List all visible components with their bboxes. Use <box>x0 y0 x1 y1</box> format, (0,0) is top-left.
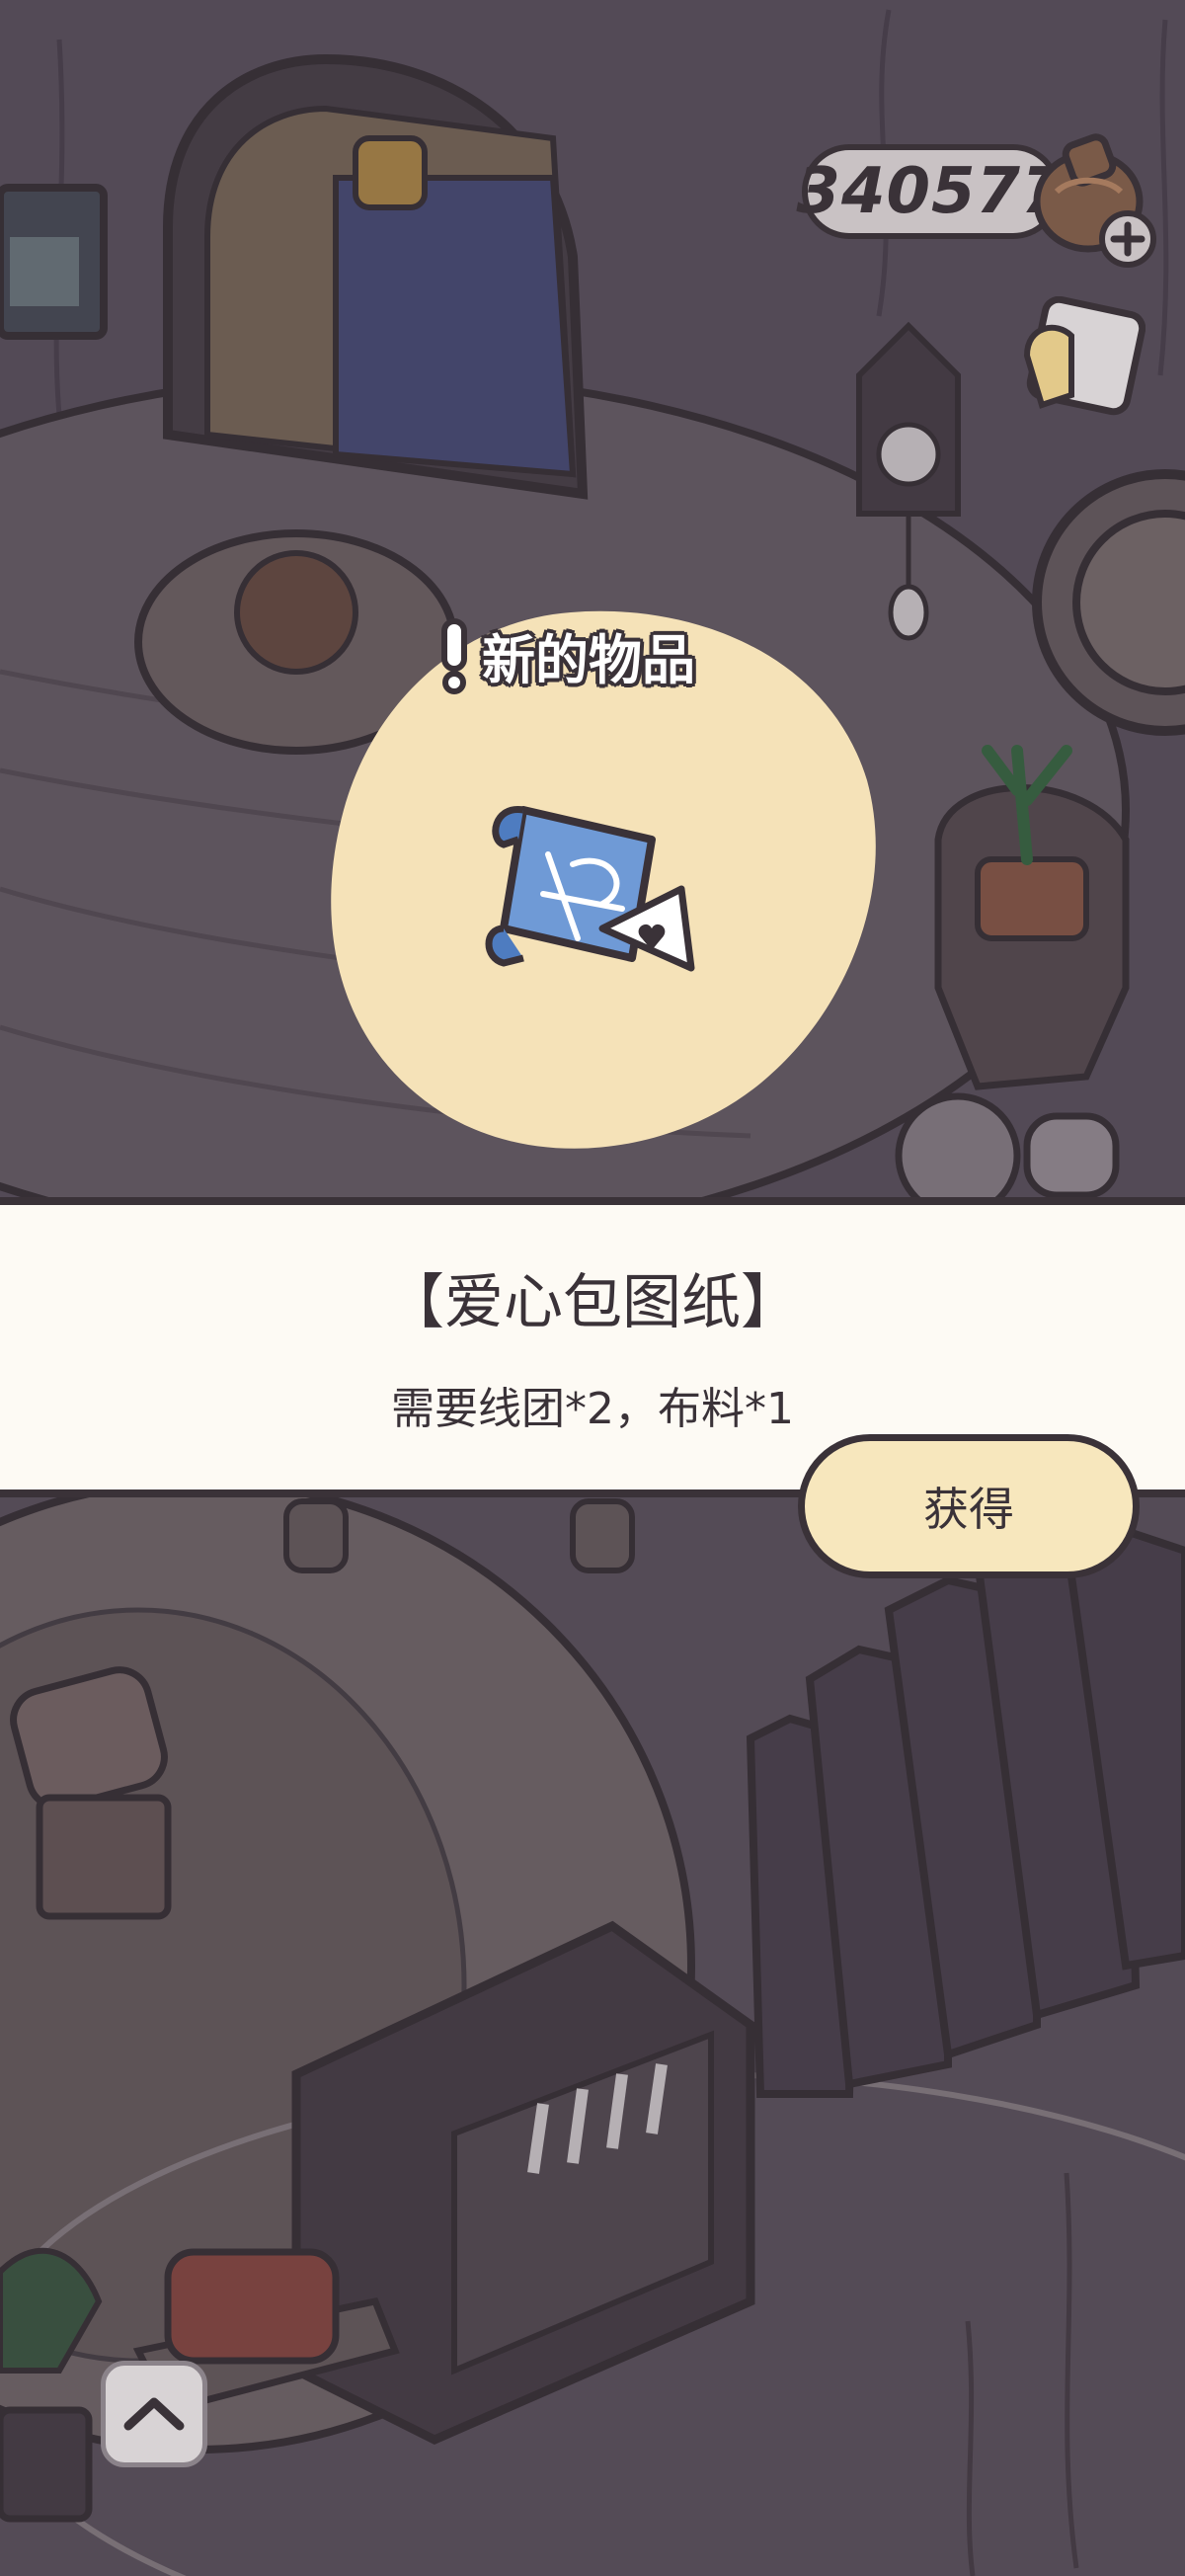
chevron-up-icon <box>123 2397 185 2431</box>
mailbox-icon[interactable] <box>1017 296 1146 425</box>
coin-bag-plus-icon[interactable] <box>1027 122 1165 271</box>
new-item-title: 新的物品 <box>434 616 695 694</box>
obtain-button-label: 获得 <box>923 1483 1014 1536</box>
exclamation-icon <box>441 617 467 694</box>
obtain-button[interactable]: 获得 <box>798 1434 1140 1578</box>
item-requirement: 需要线团*2，布料*1 <box>391 1384 794 1434</box>
coin-count: 340577 <box>796 155 1066 228</box>
expand-menu-button[interactable] <box>101 2361 207 2467</box>
coin-counter: 340577 <box>796 144 1066 239</box>
item-name: 【爱心包图纸】 <box>385 1268 800 1337</box>
blueprint-scroll-icon <box>485 806 695 972</box>
new-item-label: 新的物品 <box>482 629 695 691</box>
